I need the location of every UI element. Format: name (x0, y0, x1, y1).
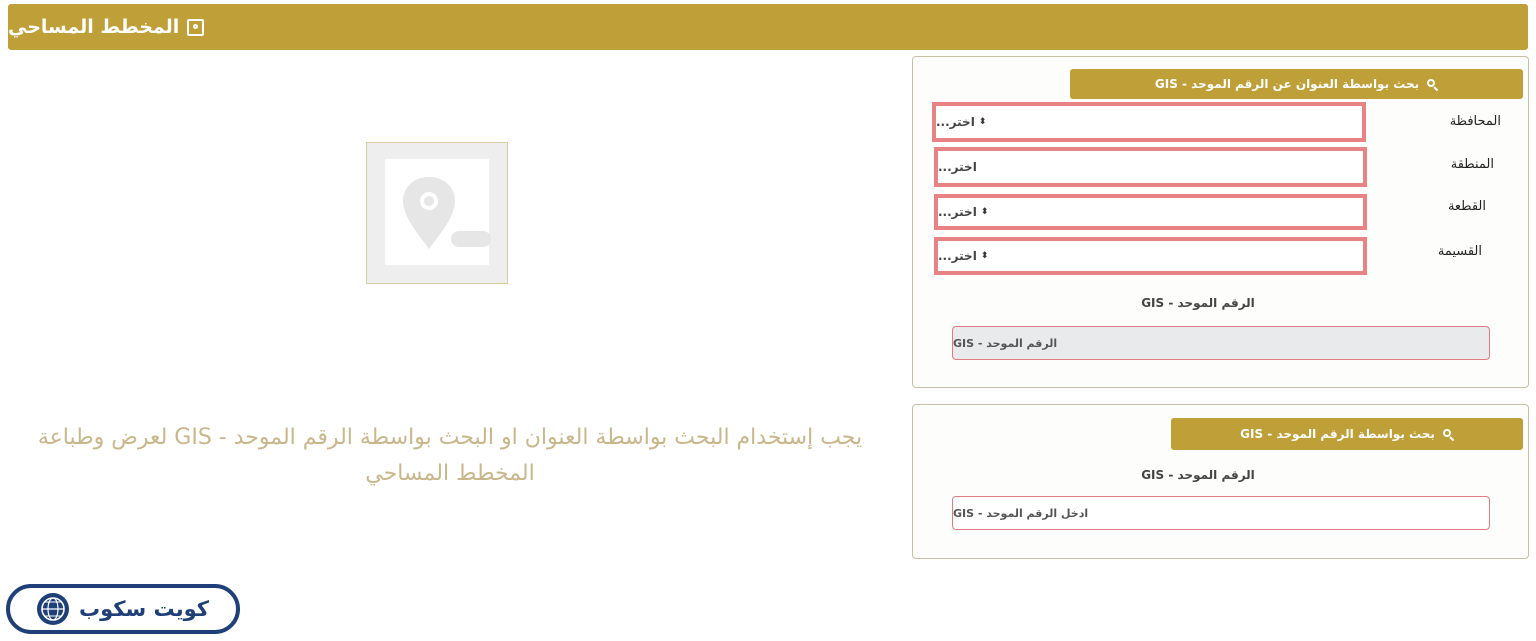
sort-caret-icon: ⬍ (980, 207, 989, 217)
logo-text: كويت سكوب (79, 597, 209, 621)
plot-select[interactable]: ⬍ اختر... (934, 237, 1367, 275)
sort-caret-icon: ⬍ (980, 251, 989, 261)
page-title: المخطط المساحي (8, 16, 180, 38)
block-label: القطعة (1447, 199, 1486, 214)
area-label: المنطقة (1450, 157, 1494, 172)
governorate-select[interactable]: ⬍ اختر... (932, 102, 1366, 142)
map-pin-icon (385, 159, 491, 265)
governorate-label: المحافظة (1449, 114, 1501, 129)
map-placeholder-image (366, 142, 508, 284)
gis-search-label: الرقم الموحد - GIS (1141, 468, 1255, 482)
block-select-value: اختر... (938, 205, 977, 219)
area-select[interactable]: اختر... (934, 147, 1367, 187)
gis-search-input[interactable]: ادخل الرقم الموحد - GIS (952, 496, 1490, 530)
address-search-title: بحث بواسطة العنوان عن الرقم الموحد - GIS (1154, 77, 1420, 91)
gis-search-header: بحث بواسطة الرقم الموحد - GIS (1171, 418, 1523, 450)
search-icon (1442, 428, 1454, 440)
governorate-select-value: اختر... (936, 115, 975, 129)
gis-search-placeholder: ادخل الرقم الموحد - GIS (953, 506, 1089, 520)
block-select[interactable]: ⬍ اختر... (934, 194, 1367, 230)
sort-caret-icon: ⬍ (978, 117, 987, 127)
kuwait-scope-logo[interactable]: كويت سكوب (6, 584, 240, 634)
search-icon (1427, 78, 1438, 90)
globe-icon (37, 593, 70, 625)
plot-select-value: اختر... (938, 249, 977, 263)
gis-number-field[interactable]: الرقم الموحد - GIS (952, 326, 1490, 360)
instruction-message: يجب إستخدام البحث بواسطة العنوان او البح… (37, 425, 863, 486)
plot-label: القسيمة (1437, 244, 1482, 259)
address-search-header: بحث بواسطة العنوان عن الرقم الموحد - GIS (1070, 69, 1523, 99)
gis-search-panel: بحث بواسطة الرقم الموحد - GIS الرقم المو… (912, 404, 1529, 559)
area-select-value: اختر... (938, 160, 977, 174)
address-search-panel: بحث بواسطة العنوان عن الرقم الموحد - GIS… (912, 56, 1529, 388)
gis-number-value: الرقم الموحد - GIS (953, 336, 1058, 350)
gis-number-label: الرقم الموحد - GIS (1141, 296, 1255, 310)
map-pin-square-icon (187, 18, 205, 36)
page-header: المخطط المساحي (8, 4, 1528, 50)
gis-search-title: بحث بواسطة الرقم الموحد - GIS (1240, 427, 1435, 441)
